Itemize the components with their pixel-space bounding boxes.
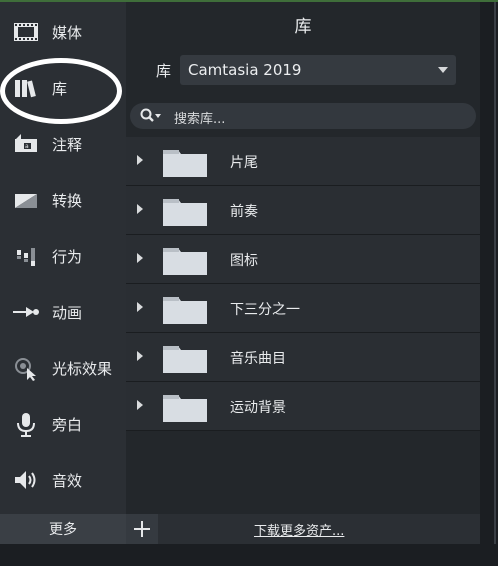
search-placeholder: 搜索库... [174, 112, 226, 127]
window-footer [0, 544, 498, 566]
list-item[interactable]: 下三分之一 [126, 284, 480, 333]
folder-icon [162, 293, 208, 325]
folder-name: 片尾 [230, 155, 258, 171]
transition-icon [12, 186, 40, 214]
behavior-icon [12, 242, 40, 270]
library-footer: 下载更多资产... [126, 514, 480, 544]
sidebar-item-label: 光标效果 [52, 360, 113, 378]
sidebar-item-annotations[interactable]: a 注释 [0, 116, 126, 172]
folder-icon [162, 342, 208, 374]
folder-name: 运动背景 [230, 400, 286, 416]
callout-icon: a [12, 130, 40, 158]
folder-icon [162, 244, 208, 276]
plus-icon [134, 521, 150, 537]
microphone-icon [12, 410, 40, 438]
app-window: 媒体 库 a 注释 转换 行为 动画 光标效果 旁白 音效 更多 库 库 Cam… [0, 0, 498, 566]
add-button[interactable] [126, 514, 158, 544]
speaker-icon [12, 466, 40, 494]
search-input[interactable]: 搜索库... [130, 103, 476, 129]
expand-arrow-icon[interactable] [137, 155, 143, 165]
search-icon [140, 108, 162, 124]
animation-arrow-icon [12, 298, 40, 326]
sidebar-item-voice-narration[interactable]: 旁白 [0, 396, 126, 452]
folder-icon [162, 391, 208, 423]
library-select-label: 库 [156, 62, 172, 80]
library-select[interactable]: Camtasia 2019 [180, 55, 456, 85]
sidebar-item-cursor-effects[interactable]: 光标效果 [0, 340, 126, 396]
folder-name: 前奏 [230, 204, 258, 220]
library-select-value: Camtasia 2019 [188, 61, 302, 79]
sidebar-item-label: 注释 [52, 136, 83, 154]
sidebar-item-label: 转换 [52, 192, 83, 210]
svg-text:a: a [25, 143, 29, 150]
more-button[interactable]: 更多 [0, 514, 126, 544]
chevron-down-icon [438, 67, 448, 73]
expand-arrow-icon[interactable] [137, 253, 143, 263]
sidebar: 媒体 库 a 注释 转换 行为 动画 光标效果 旁白 音效 [0, 2, 126, 514]
cursor-effect-icon [12, 354, 40, 382]
folder-icon [162, 146, 208, 178]
sidebar-item-label: 音效 [52, 472, 83, 490]
folder-name: 音乐曲目 [230, 351, 286, 367]
sidebar-item-label: 行为 [52, 248, 83, 266]
film-strip-icon [12, 18, 40, 46]
sidebar-item-label: 媒体 [52, 24, 83, 42]
list-item[interactable]: 图标 [126, 235, 480, 284]
expand-arrow-icon[interactable] [137, 400, 143, 410]
panel-title: 库 [294, 16, 312, 37]
books-icon [12, 74, 40, 102]
list-item[interactable]: 前奏 [126, 186, 480, 235]
sidebar-item-label: 动画 [52, 304, 83, 322]
list-item[interactable]: 片尾 [126, 137, 480, 186]
sidebar-item-audio-effects[interactable]: 音效 [0, 452, 126, 508]
sidebar-item-media[interactable]: 媒体 [0, 4, 126, 60]
sidebar-item-library[interactable]: 库 [0, 60, 126, 116]
folder-icon [162, 195, 208, 227]
expand-arrow-icon[interactable] [137, 204, 143, 214]
list-item[interactable]: 音乐曲目 [126, 333, 480, 382]
sidebar-item-transitions[interactable]: 转换 [0, 172, 126, 228]
sidebar-item-animations[interactable]: 动画 [0, 284, 126, 340]
window-right-border [494, 2, 496, 544]
list-item[interactable]: 运动背景 [126, 382, 480, 431]
expand-arrow-icon[interactable] [137, 351, 143, 361]
folder-name: 图标 [230, 253, 258, 269]
sidebar-item-label: 旁白 [52, 416, 83, 434]
folder-name: 下三分之一 [230, 302, 300, 318]
sidebar-item-behaviors[interactable]: 行为 [0, 228, 126, 284]
expand-arrow-icon[interactable] [137, 302, 143, 312]
sidebar-item-label: 库 [52, 80, 68, 98]
library-panel: 库 库 Camtasia 2019 搜索库... 片尾 前奏 图标 下三分之一 … [126, 2, 480, 514]
download-more-assets-link[interactable]: 下载更多资产... [254, 520, 344, 539]
